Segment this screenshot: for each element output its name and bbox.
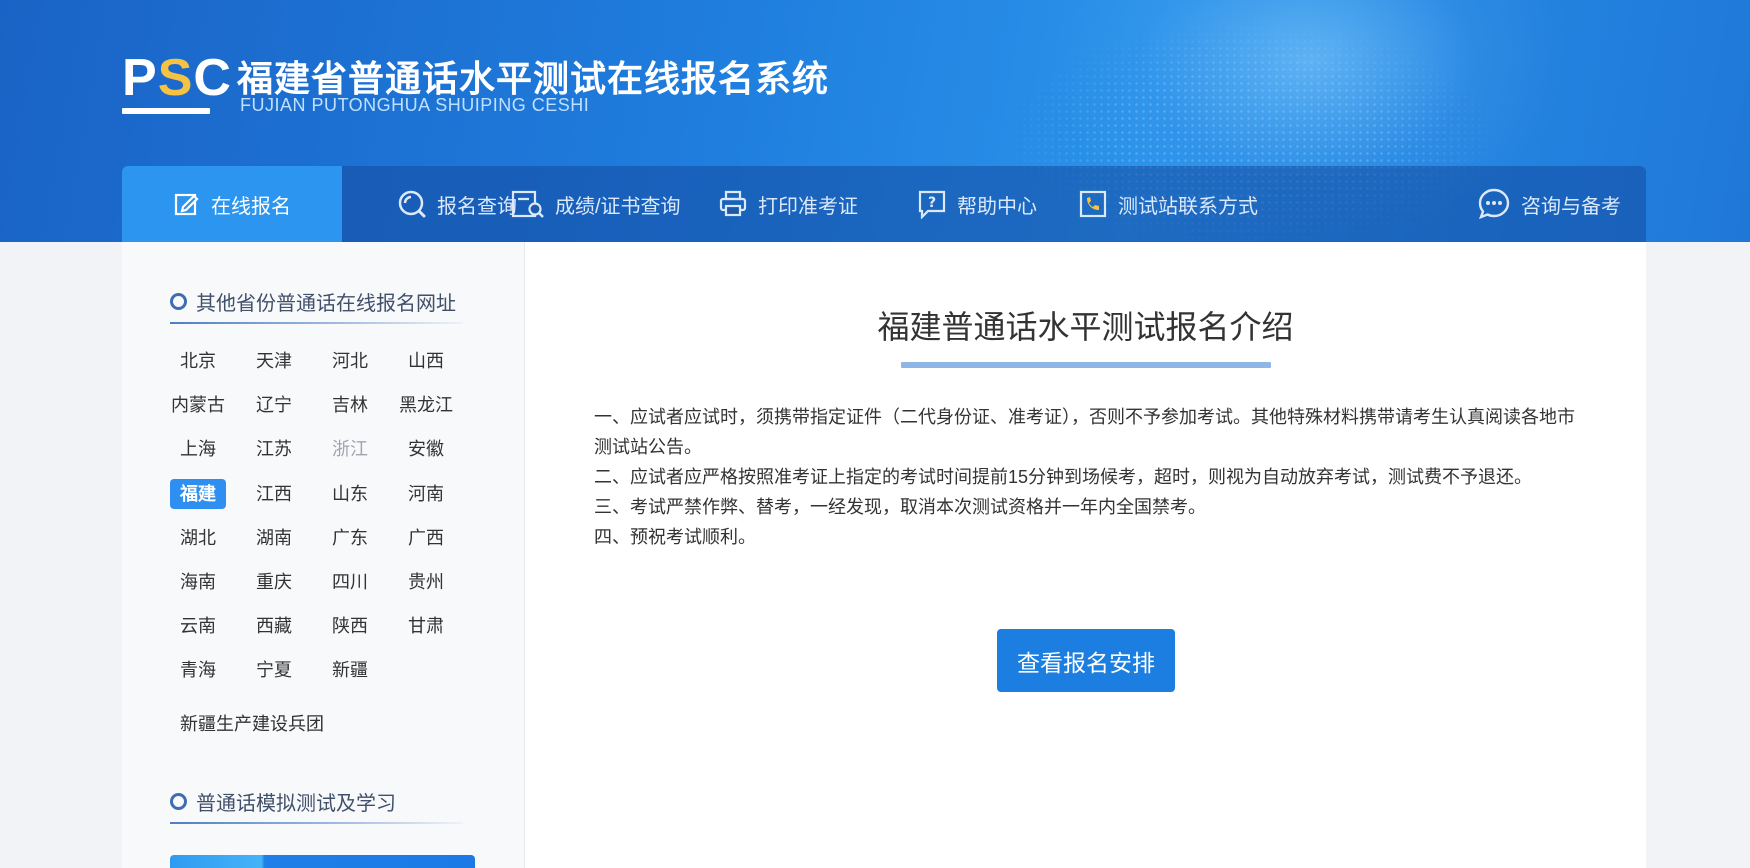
province-link-xinjiang-corps[interactable]: 新疆生产建设兵团 bbox=[180, 710, 324, 736]
title-underline bbox=[901, 362, 1271, 368]
province-link[interactable]: 新疆 bbox=[322, 655, 378, 685]
nav-score-certificate-query[interactable]: 成绩/证书查询 bbox=[511, 166, 681, 242]
province-link[interactable]: 江西 bbox=[246, 479, 302, 509]
province-link[interactable]: 上海 bbox=[170, 434, 226, 464]
rule-item: 二、应试者应严格按照准考证上指定的考试时间提前15分钟到场候考，超时，则视为自动… bbox=[594, 467, 1533, 487]
edit-icon bbox=[174, 193, 199, 216]
header-banner: PSC 福建省普通话水平测试在线报名系统 FUJIAN PUTONGHUA SH… bbox=[0, 0, 1750, 242]
page-title: 福建普通话水平测试报名介绍 bbox=[877, 309, 1294, 345]
registration-rules: 一、应试者应试时，须携带指定证件（二代身份证、准考证），否则不予参加考试。其他特… bbox=[594, 402, 1584, 552]
province-link[interactable]: 山西 bbox=[398, 346, 454, 376]
province-link[interactable]: 贵州 bbox=[398, 567, 454, 597]
circle-icon bbox=[170, 793, 187, 810]
nav-online-registration[interactable]: 在线报名 bbox=[122, 166, 342, 242]
phone-icon bbox=[1079, 190, 1107, 218]
province-link[interactable]: 河北 bbox=[322, 346, 378, 376]
province-link[interactable]: 广西 bbox=[398, 523, 454, 553]
simulation-section-title: 普通话模拟测试及学习 bbox=[170, 787, 396, 816]
province-link[interactable]: 山东 bbox=[322, 479, 378, 509]
chat-icon bbox=[1478, 188, 1510, 220]
rule-item: 一、应试者应试时，须携带指定证件（二代身份证、准考证），否则不予参加考试。其他特… bbox=[594, 407, 1575, 457]
nav-station-contacts[interactable]: 测试站联系方式 bbox=[1078, 166, 1258, 242]
sidebar: 其他省份普通话在线报名网址 北京 天津 河北 山西内蒙古 辽宁 吉林 黑龙江上海 江苏 浙江 安徽… bbox=[122, 242, 525, 868]
province-link[interactable]: 北京 bbox=[170, 346, 226, 376]
province-link[interactable]: 天津 bbox=[246, 346, 302, 376]
section-divider bbox=[170, 822, 463, 824]
nav-consult-prepare[interactable]: 咨询与备考 bbox=[1477, 166, 1621, 242]
province-link[interactable]: 西藏 bbox=[246, 611, 302, 641]
province-link[interactable]: 江苏 bbox=[246, 434, 302, 464]
circle-icon bbox=[170, 293, 187, 310]
province-link[interactable]: 黑龙江 bbox=[398, 390, 454, 420]
province-link[interactable]: 内蒙古 bbox=[170, 390, 226, 420]
main-content: 福建普通话水平测试报名介绍 一、应试者应试时，须携带指定证件（二代身份证、准考证… bbox=[525, 242, 1646, 868]
province-link[interactable]: 青海 bbox=[170, 655, 226, 685]
province-link[interactable]: 重庆 bbox=[246, 567, 302, 597]
section-divider bbox=[170, 322, 463, 324]
main-nav: 在线报名 报名查询 成绩/证书查询 打印准考证 ? 帮助中心 测试站联系方式 咨… bbox=[122, 166, 1646, 242]
certificate-search-icon bbox=[511, 190, 544, 218]
nav-print-admission[interactable]: 打印准考证 bbox=[718, 166, 858, 242]
search-icon bbox=[398, 190, 426, 218]
province-link[interactable]: 宁夏 bbox=[246, 655, 302, 685]
provinces-section-title: 其他省份普通话在线报名网址 bbox=[170, 287, 456, 316]
province-link[interactable]: 广东 bbox=[322, 523, 378, 553]
province-link[interactable]: 陕西 bbox=[322, 611, 378, 641]
province-link[interactable]: 浙江 bbox=[322, 434, 378, 464]
province-link[interactable]: 辽宁 bbox=[246, 390, 302, 420]
rule-item: 三、考试严禁作弊、替考，一经发现，取消本次测试资格并一年内全国禁考。 bbox=[594, 497, 1206, 517]
help-icon: ? bbox=[918, 190, 946, 219]
view-schedule-button[interactable]: 查看报名安排 bbox=[997, 629, 1175, 692]
nav-help-center[interactable]: ? 帮助中心 bbox=[917, 166, 1037, 242]
site-subtitle: FUJIAN PUTONGHUA SHUIPING CESHI bbox=[240, 95, 590, 115]
province-link[interactable]: 福建 bbox=[170, 478, 226, 509]
psc-logo[interactable]: PSC bbox=[122, 52, 231, 118]
province-link[interactable]: 海南 bbox=[170, 567, 226, 597]
simulation-banner[interactable] bbox=[170, 855, 475, 868]
province-link[interactable]: 河南 bbox=[398, 479, 454, 509]
province-link[interactable]: 甘肃 bbox=[398, 611, 454, 641]
province-link[interactable]: 四川 bbox=[322, 567, 378, 597]
province-link[interactable]: 云南 bbox=[170, 611, 226, 641]
province-link[interactable]: 安徽 bbox=[398, 434, 454, 464]
printer-icon bbox=[719, 190, 747, 217]
province-link[interactable]: 吉林 bbox=[322, 390, 378, 420]
province-link[interactable]: 湖北 bbox=[170, 523, 226, 553]
province-link[interactable]: 湖南 bbox=[246, 523, 302, 553]
nav-registration-query[interactable]: 报名查询 bbox=[397, 166, 517, 242]
svg-text:?: ? bbox=[928, 195, 936, 211]
rule-item: 四、预祝考试顺利。 bbox=[594, 527, 756, 547]
